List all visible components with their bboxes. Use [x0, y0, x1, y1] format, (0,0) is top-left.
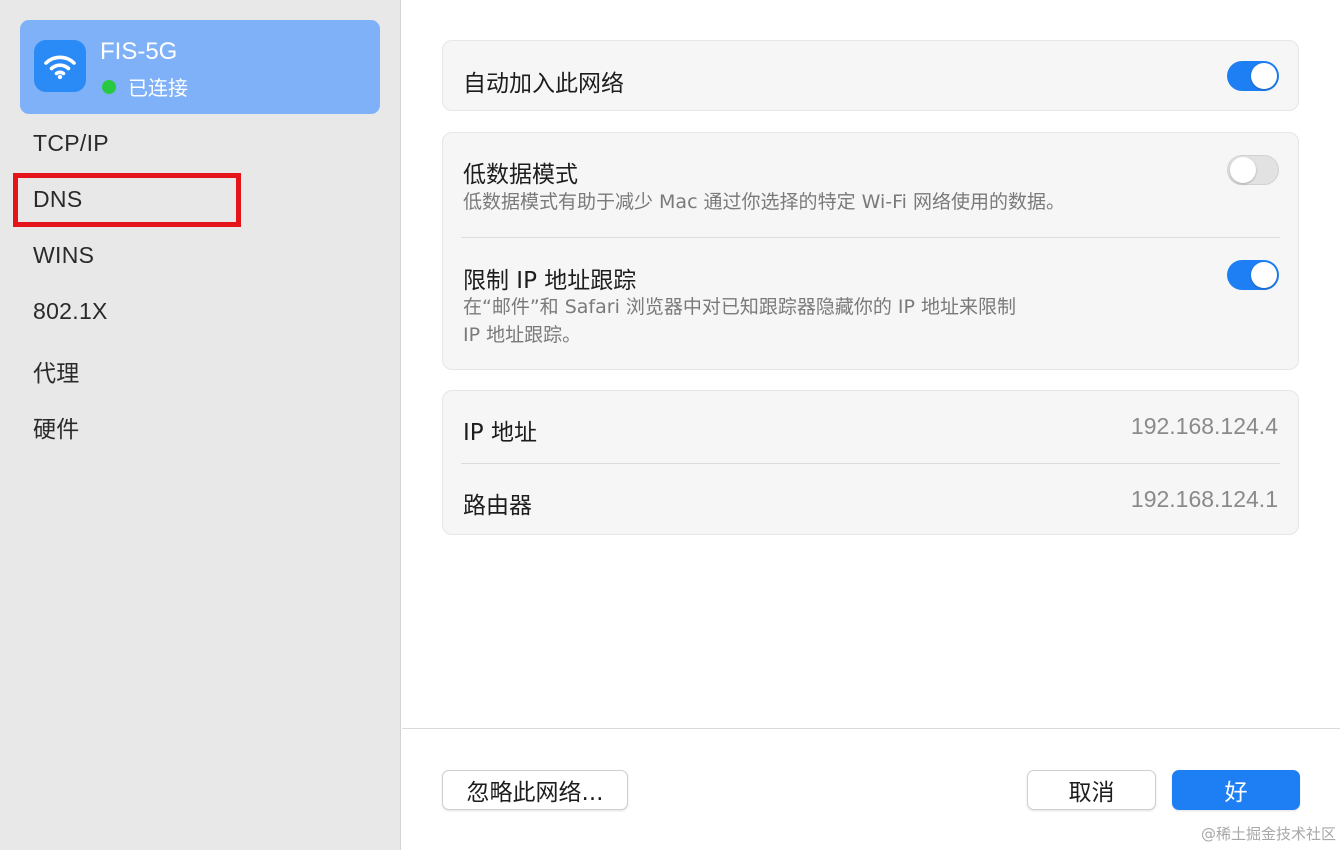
selected-network-card[interactable]: FIS-5G 已连接 — [20, 20, 380, 114]
network-status: 已连接 — [100, 72, 188, 101]
low-data-toggle[interactable] — [1227, 155, 1279, 185]
router-value: 192.168.124.1 — [1130, 486, 1278, 512]
sidebar-item-hardware[interactable]: 硬件 — [33, 410, 80, 444]
row-divider — [461, 237, 1280, 238]
sidebar: FIS-5G 已连接 TCP/IP DNS WINS 802.1X 代理 硬件 — [0, 0, 401, 850]
limit-ip-toggle[interactable] — [1227, 260, 1279, 290]
wifi-icon — [34, 40, 86, 92]
forget-network-button[interactable]: 忽略此网络... — [442, 770, 628, 810]
toggle-knob — [1230, 157, 1256, 183]
cancel-button[interactable]: 取消 — [1027, 770, 1156, 810]
privacy-group: 低数据模式 低数据模式有助于减少 Mac 通过你选择的特定 Wi-Fi 网络使用… — [442, 132, 1299, 370]
auto-join-group: 自动加入此网络 — [442, 40, 1299, 111]
toggle-knob — [1251, 63, 1277, 89]
sidebar-item-8021x[interactable]: 802.1X — [33, 298, 108, 325]
sidebar-item-tcpip[interactable]: TCP/IP — [33, 130, 109, 157]
ok-button[interactable]: 好 — [1172, 770, 1300, 810]
low-data-description: 低数据模式有助于减少 Mac 通过你选择的特定 Wi-Fi 网络使用的数据。 — [463, 191, 1065, 213]
low-data-label: 低数据模式 — [463, 162, 578, 188]
main-panel: 自动加入此网络 低数据模式 低数据模式有助于减少 Mac 通过你选择的特定 Wi… — [402, 0, 1340, 850]
sidebar-item-wins[interactable]: WINS — [33, 242, 94, 269]
address-group: IP 地址 192.168.124.4 路由器 192.168.124.1 — [442, 390, 1299, 535]
ip-address-value: 192.168.124.4 — [1130, 413, 1278, 439]
footer-divider — [402, 728, 1340, 729]
auto-join-toggle[interactable] — [1227, 61, 1279, 91]
limit-ip-description-line2: IP 地址跟踪。 — [463, 324, 582, 346]
network-name: FIS-5G — [100, 38, 178, 65]
router-label: 路由器 — [463, 493, 532, 519]
limit-ip-description-line1: 在“邮件”和 Safari 浏览器中对已知跟踪器隐藏你的 IP 地址来限制 — [463, 296, 1017, 318]
connected-status-dot-icon — [102, 79, 116, 94]
ip-address-label: IP 地址 — [463, 420, 537, 446]
row-divider — [461, 463, 1280, 464]
watermark: @稀土掘金技术社区 — [1200, 825, 1336, 843]
network-status-text: 已连接 — [128, 76, 188, 100]
sidebar-item-proxy[interactable]: 代理 — [33, 354, 80, 388]
dns-highlight-box — [13, 173, 241, 227]
auto-join-label: 自动加入此网络 — [463, 71, 624, 97]
limit-ip-label: 限制 IP 地址跟踪 — [463, 268, 637, 294]
toggle-knob — [1251, 262, 1277, 288]
